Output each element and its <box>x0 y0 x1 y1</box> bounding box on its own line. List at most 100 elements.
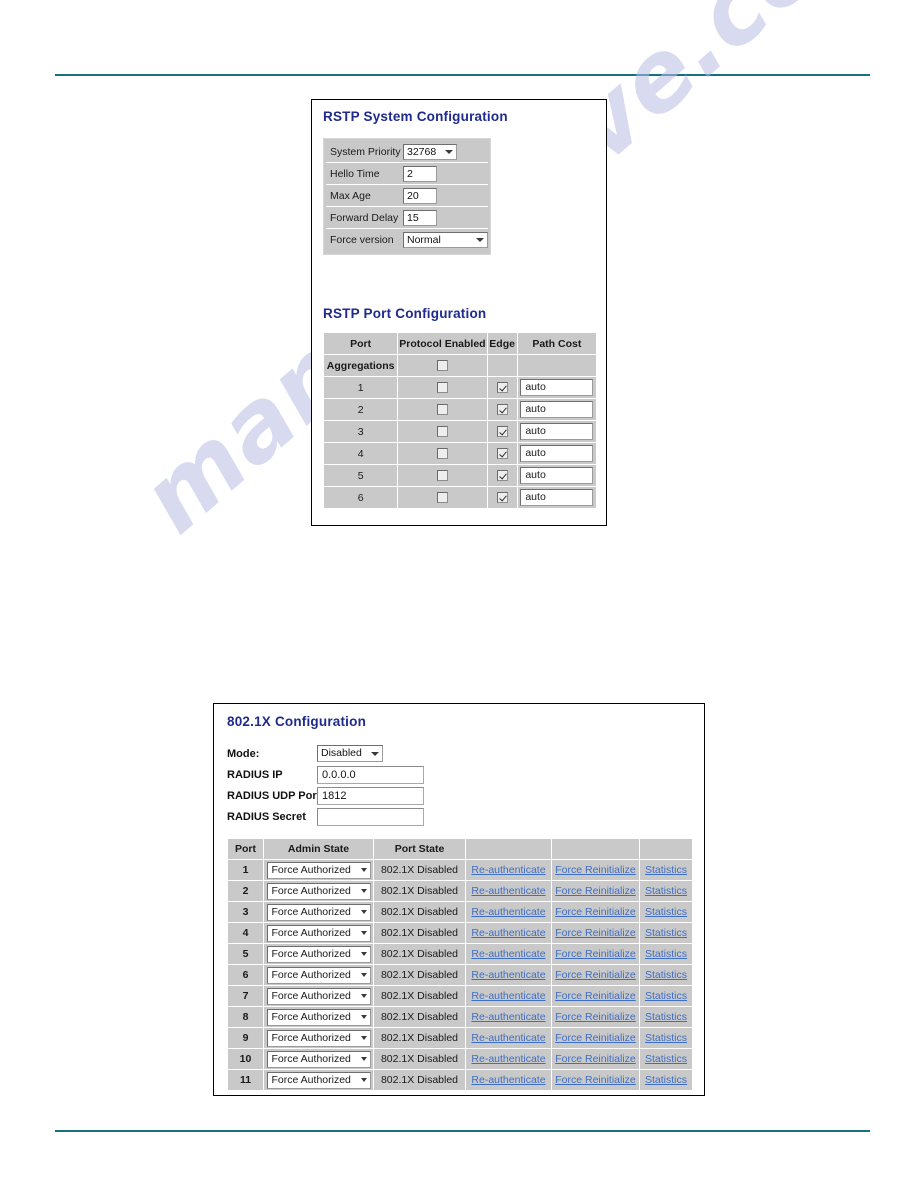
statistics-link[interactable]: Statistics <box>645 1032 687 1044</box>
protocol-enabled-checkbox[interactable] <box>436 382 448 394</box>
rstp-field-row-hello-time: Hello Time 2 <box>326 163 488 185</box>
protocol-enabled-checkbox[interactable] <box>436 360 448 372</box>
statistics-link[interactable]: Statistics <box>645 1074 687 1086</box>
mode-select[interactable]: Disabled <box>317 745 383 762</box>
radius-udp-port-input[interactable]: 1812 <box>317 786 424 805</box>
force-reinitialize-link[interactable]: Force Reinitialize <box>555 990 636 1002</box>
path-cost-input[interactable]: auto <box>520 379 594 396</box>
chevron-down-icon <box>360 868 367 872</box>
edge-checkbox[interactable] <box>496 492 508 504</box>
admin-state-select[interactable]: Force Authorized <box>266 1008 371 1026</box>
path-cost-input[interactable]: auto <box>520 489 594 506</box>
reauthenticate-link[interactable]: Re-authenticate <box>471 906 545 918</box>
force-reinitialize-link[interactable]: Force Reinitialize <box>555 1074 636 1086</box>
dot1x-screenshot-figure: 802.1X Configuration Mode: Disabled RADI… <box>213 703 705 1096</box>
table-header-row: Port Protocol Enabled Edge Path Cost <box>322 332 598 355</box>
statistics-link[interactable]: Statistics <box>645 1053 687 1065</box>
force-reinitialize-link[interactable]: Force Reinitialize <box>555 1053 636 1065</box>
forward-delay-input[interactable]: 15 <box>403 209 437 226</box>
cell-protocol-enabled <box>397 376 488 399</box>
admin-state-value: Force Authorized <box>271 947 351 960</box>
statistics-link[interactable]: Statistics <box>645 1011 687 1023</box>
reauthenticate-link[interactable]: Re-authenticate <box>471 885 545 897</box>
edge-checkbox[interactable] <box>496 404 508 416</box>
reauthenticate-link[interactable]: Re-authenticate <box>471 1053 545 1065</box>
path-cost-input[interactable]: auto <box>520 445 594 462</box>
protocol-enabled-checkbox[interactable] <box>436 492 448 504</box>
dot1x-configuration-title: 802.1X Configuration <box>227 714 367 729</box>
force-reinitialize-link[interactable]: Force Reinitialize <box>555 906 636 918</box>
admin-state-select[interactable]: Force Authorized <box>266 1050 371 1068</box>
statistics-link[interactable]: Statistics <box>645 906 687 918</box>
cell-admin-state: Force Authorized <box>263 1069 374 1091</box>
column-header-edge: Edge <box>486 332 518 355</box>
cell-port: 5 <box>322 464 399 487</box>
path-cost-input[interactable]: auto <box>520 467 594 484</box>
admin-state-select[interactable]: Force Authorized <box>266 882 371 900</box>
mode-value: Disabled <box>321 747 362 759</box>
reauthenticate-link[interactable]: Re-authenticate <box>471 1032 545 1044</box>
admin-state-value: Force Authorized <box>271 1073 351 1086</box>
force-reinitialize-link[interactable]: Force Reinitialize <box>555 969 636 981</box>
admin-state-select[interactable]: Force Authorized <box>266 1029 371 1047</box>
reauthenticate-link[interactable]: Re-authenticate <box>471 927 545 939</box>
admin-state-select[interactable]: Force Authorized <box>266 1071 371 1089</box>
edge-checkbox[interactable] <box>496 470 508 482</box>
dot1x-field-row-mode: Mode: Disabled <box>227 743 424 764</box>
cell-force-reinitialize-link: Force Reinitialize <box>551 943 640 965</box>
force-version-select[interactable]: Normal <box>403 232 488 248</box>
admin-state-select[interactable]: Force Authorized <box>266 924 371 942</box>
table-row: 11 Force Authorized 802.1X Disabled Re-auth… <box>227 1069 693 1091</box>
radius-secret-input[interactable] <box>317 807 424 826</box>
admin-state-select[interactable]: Force Authorized <box>266 903 371 921</box>
cell-port: 9 <box>227 1027 264 1049</box>
force-reinitialize-link[interactable]: Force Reinitialize <box>555 864 636 876</box>
path-cost-input[interactable]: auto <box>520 423 594 440</box>
statistics-link[interactable]: Statistics <box>645 864 687 876</box>
cell-admin-state: Force Authorized <box>263 922 374 944</box>
admin-state-select[interactable]: Force Authorized <box>266 966 371 984</box>
force-reinitialize-link[interactable]: Force Reinitialize <box>555 927 636 939</box>
force-reinitialize-link[interactable]: Force Reinitialize <box>555 1011 636 1023</box>
admin-state-select[interactable]: Force Authorized <box>266 945 371 963</box>
hello-time-input[interactable]: 2 <box>403 165 437 182</box>
system-priority-select[interactable]: 32768 <box>403 143 457 160</box>
force-reinitialize-link[interactable]: Force Reinitialize <box>555 885 636 897</box>
path-cost-input[interactable]: auto <box>520 401 594 418</box>
cell-port: 11 <box>227 1069 264 1091</box>
cell-port-state: 802.1X Disabled <box>373 1048 466 1070</box>
edge-checkbox[interactable] <box>496 426 508 438</box>
table-row: 1 Force Authorized 802.1X Disabled Re-authe… <box>227 859 693 881</box>
label-max-age: Max Age <box>330 189 371 202</box>
cell-port: 7 <box>227 985 264 1007</box>
statistics-link[interactable]: Statistics <box>645 948 687 960</box>
reauthenticate-link[interactable]: Re-authenticate <box>471 969 545 981</box>
statistics-link[interactable]: Statistics <box>645 969 687 981</box>
protocol-enabled-checkbox[interactable] <box>436 404 448 416</box>
reauthenticate-link[interactable]: Re-authenticate <box>471 1074 545 1086</box>
protocol-enabled-checkbox[interactable] <box>436 470 448 482</box>
reauthenticate-link[interactable]: Re-authenticate <box>471 990 545 1002</box>
force-reinitialize-link[interactable]: Force Reinitialize <box>555 1032 636 1044</box>
admin-state-select[interactable]: Force Authorized <box>266 987 371 1005</box>
chevron-down-icon <box>360 1057 367 1061</box>
force-reinitialize-link[interactable]: Force Reinitialize <box>555 948 636 960</box>
cell-port: 1 <box>322 376 399 399</box>
protocol-enabled-checkbox[interactable] <box>436 426 448 438</box>
edge-checkbox[interactable] <box>496 448 508 460</box>
edge-checkbox[interactable] <box>496 382 508 394</box>
admin-state-select[interactable]: Force Authorized <box>266 861 371 879</box>
radius-ip-input[interactable]: 0.0.0.0 <box>317 765 424 784</box>
label-forward-delay: Forward Delay <box>330 211 399 224</box>
protocol-enabled-checkbox[interactable] <box>436 448 448 460</box>
reauthenticate-link[interactable]: Re-authenticate <box>471 864 545 876</box>
statistics-link[interactable]: Statistics <box>645 990 687 1002</box>
statistics-link[interactable]: Statistics <box>645 885 687 897</box>
reauthenticate-link[interactable]: Re-authenticate <box>471 948 545 960</box>
statistics-link[interactable]: Statistics <box>645 927 687 939</box>
admin-state-value: Force Authorized <box>271 1010 351 1023</box>
max-age-input[interactable]: 20 <box>403 187 437 204</box>
cell-port-state: 802.1X Disabled <box>373 1027 466 1049</box>
reauthenticate-link[interactable]: Re-authenticate <box>471 1011 545 1023</box>
column-header-force-reinitialize <box>551 838 640 860</box>
